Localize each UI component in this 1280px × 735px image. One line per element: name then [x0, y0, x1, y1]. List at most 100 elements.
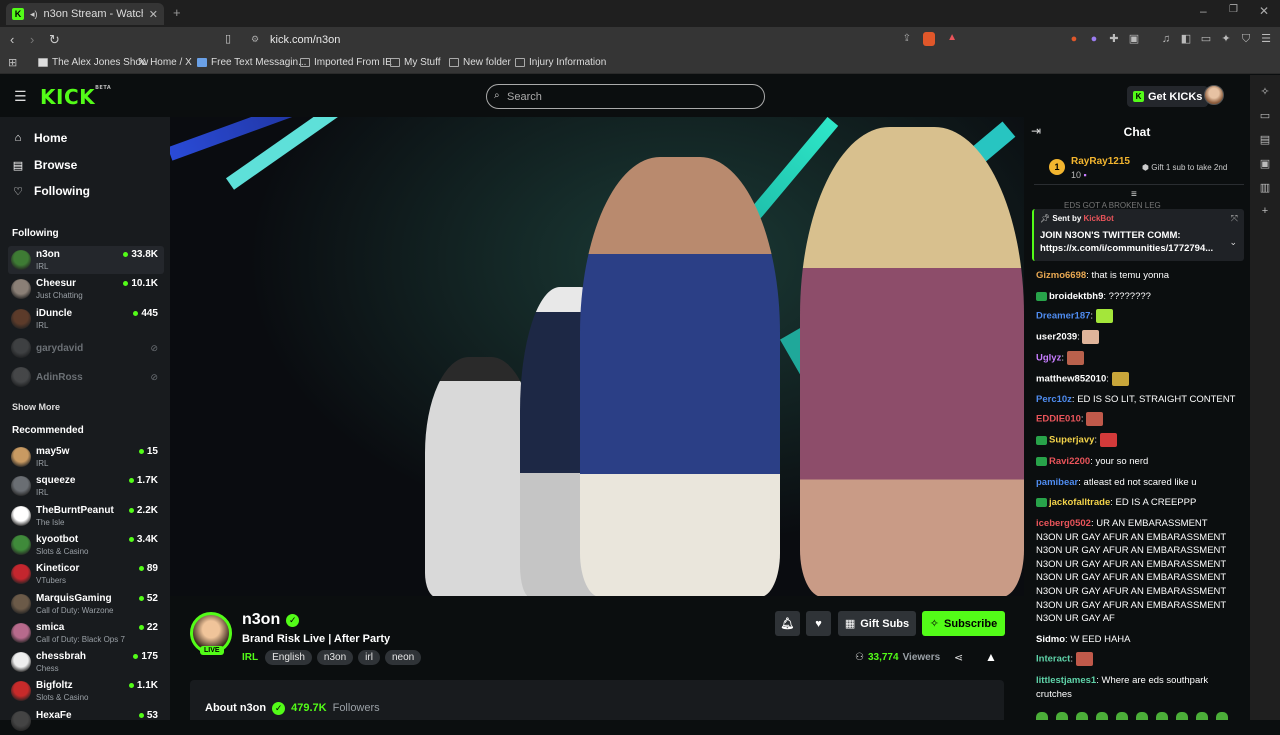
chat-username[interactable]: Sidmo — [1036, 634, 1065, 645]
channel-item[interactable]: MarquisGaming Call of Duty: Warzone 52 — [8, 590, 164, 618]
chat-username[interactable]: Superjavy — [1049, 435, 1094, 446]
streamer-name[interactable]: n3on ✓ — [242, 611, 300, 629]
gift-sub-prompt[interactable]: ⬢ Gift 1 sub to take 2nd — [1142, 163, 1227, 172]
chat-username[interactable]: Perc10z — [1036, 394, 1072, 405]
nav-browse[interactable]: ▤ Browse — [12, 158, 78, 172]
leo-icon[interactable]: ✧ — [1259, 85, 1271, 98]
wallet-icon[interactable]: ▭ — [1200, 33, 1212, 45]
share-icon[interactable]: ⋖ — [954, 651, 963, 664]
bookmarks-icon[interactable]: ▣ — [1259, 157, 1271, 170]
chat-username[interactable]: Ravi2200 — [1049, 456, 1090, 467]
channel-item[interactable]: kyootbot Slots & Casino 3.4K — [8, 531, 164, 559]
chat-username[interactable]: Dreamer187 — [1036, 311, 1090, 322]
sidebar-toggle-icon[interactable]: ◧ — [1180, 33, 1192, 45]
bookmark-folder-new[interactable]: New folder — [449, 57, 511, 68]
get-kicks-button[interactable]: K Get KICKs — [1127, 86, 1209, 107]
rewards-icon[interactable]: ▲ — [947, 32, 957, 43]
site-info-icon[interactable]: ⚙ — [251, 34, 259, 45]
reading-list-icon[interactable]: ▥ — [1259, 181, 1271, 194]
subscribe-button[interactable]: ✧ Subscribe — [922, 611, 1005, 636]
close-window-icon[interactable]: ✕ — [1259, 4, 1269, 18]
new-tab-icon[interactable]: + — [173, 5, 181, 20]
channel-item[interactable]: Kineticor VTubers 89 — [8, 560, 164, 588]
extension-box-icon[interactable]: ▣ — [1128, 33, 1140, 45]
forward-icon[interactable]: › — [30, 32, 34, 47]
channel-item[interactable]: HexaFe 53 — [8, 707, 164, 735]
bookmark-alex-jones[interactable]: The Alex Jones Show — [38, 57, 148, 68]
share-icon[interactable]: ⇪ — [903, 33, 911, 44]
channel-item[interactable]: TheBurntPeanut The Isle 2.2K — [8, 502, 164, 530]
channel-item[interactable]: iDuncle IRL 445 — [8, 305, 164, 333]
media-icon[interactable]: ♫ — [1160, 33, 1172, 45]
chat-username[interactable]: EDDIE010 — [1036, 414, 1081, 425]
minimize-icon[interactable]: – — [1200, 4, 1207, 18]
close-tab-icon[interactable]: ✕ — [149, 8, 158, 21]
notification-button[interactable]: 🔔︎ — [775, 611, 800, 636]
apps-icon[interactable]: ⊞ — [8, 56, 17, 69]
tag[interactable]: English — [265, 650, 312, 665]
add-panel-icon[interactable]: + — [1259, 205, 1271, 217]
vpn-icon[interactable]: ⛉ — [1240, 33, 1252, 45]
pinned-text[interactable]: JOIN N3ON'S TWITTER COMM: https://x.com/… — [1040, 229, 1226, 255]
chat-username[interactable]: Interact — [1036, 654, 1070, 665]
leo-ai-icon[interactable]: ✦ — [1220, 33, 1232, 45]
chevron-down-icon[interactable]: ⌄ — [1229, 237, 1237, 248]
hamburger-menu-icon[interactable]: ☰ — [14, 88, 27, 105]
channel-item[interactable]: squeeze IRL 1.7K — [8, 472, 164, 500]
tag[interactable]: irl — [358, 650, 380, 665]
bookmark-folder-imported[interactable]: Imported From IE — [300, 57, 392, 68]
extension-fox-icon[interactable]: ● — [1068, 33, 1080, 45]
bookmark-home-x[interactable]: 𝕏 Home / X — [138, 57, 192, 68]
nav-home[interactable]: ⌂ Home — [12, 131, 68, 145]
channel-item[interactable]: may5w IRL 15 — [8, 443, 164, 471]
bookmark-page-icon[interactable]: ▯ — [225, 32, 231, 45]
reload-icon[interactable]: ↻ — [49, 32, 60, 48]
chat-username[interactable]: jackofalltrade — [1049, 497, 1110, 508]
tag[interactable]: neon — [384, 650, 422, 665]
report-icon[interactable]: ▲ — [985, 650, 997, 664]
tag[interactable]: n3on — [316, 650, 354, 665]
playlist-icon[interactable]: ▤ — [1259, 133, 1271, 146]
browse-icon: ▤ — [12, 159, 24, 172]
channel-item[interactable]: Bigfoltz Slots & Casino 1.1K — [8, 677, 164, 705]
chat-username[interactable]: littlestjames1 — [1036, 675, 1096, 686]
bookmark-free-text[interactable]: Free Text Messagin... — [197, 57, 306, 68]
bookmark-folder-mystuff[interactable]: My Stuff — [390, 57, 441, 68]
channel-item[interactable]: Cheesur Just Chatting 10.1K — [8, 275, 164, 303]
show-more-button[interactable]: Show More — [12, 402, 60, 412]
channel-item[interactable]: AdinRoss ⊘ — [8, 363, 164, 391]
wallet-icon[interactable]: ▭ — [1259, 109, 1271, 122]
user-avatar[interactable] — [1204, 85, 1224, 105]
channel-item[interactable]: n3on IRL 33.8K — [8, 246, 164, 274]
channel-item[interactable]: garydavid ⊘ — [8, 334, 164, 362]
extension-purple-icon[interactable]: ● — [1088, 33, 1100, 45]
chat-username[interactable]: user2039 — [1036, 332, 1077, 343]
video-player[interactable] — [170, 117, 1024, 596]
nav-following[interactable]: ♡ Following — [12, 184, 90, 198]
menu-icon[interactable]: ☰ — [1260, 33, 1272, 45]
follow-button[interactable]: ♥ — [806, 611, 831, 636]
unpin-icon[interactable]: ⤧ — [1231, 213, 1238, 224]
url-bar[interactable]: ⚙ kick.com/n3on ⇪ ▲ — [245, 30, 967, 50]
chat-username[interactable]: Uglyz — [1036, 353, 1061, 364]
kick-logo[interactable]: KICKBETA — [40, 85, 111, 109]
bookmark-folder-injury[interactable]: Injury Information — [515, 57, 606, 68]
person-center-blue-shirt — [580, 157, 780, 596]
chat-username[interactable]: iceberg0502 — [1036, 518, 1091, 529]
browser-tab[interactable]: K ◂) n3on Stream - Watch Live on ✕ — [6, 3, 164, 25]
category-link[interactable]: IRL — [242, 652, 258, 663]
chat-username[interactable]: Gizmo6698 — [1036, 270, 1086, 281]
chat-username[interactable]: matthew852010 — [1036, 374, 1106, 385]
chat-username[interactable]: broidektbh9 — [1049, 291, 1103, 302]
chat-username[interactable]: pamibear — [1036, 477, 1078, 488]
brave-shield-icon[interactable] — [923, 32, 935, 46]
leader-username[interactable]: RayRay1215 — [1071, 156, 1130, 167]
channel-item[interactable]: smica Call of Duty: Black Ops 7 22 — [8, 619, 164, 647]
channel-item[interactable]: chessbrah Chess 175 — [8, 648, 164, 676]
restore-icon[interactable]: ❐ — [1229, 4, 1238, 15]
back-icon[interactable]: ‹ — [10, 32, 14, 47]
chat-message: iceberg0502: UR AN EMBARASSMENT N3ON UR … — [1036, 517, 1236, 626]
search-input[interactable]: ⌕ Search — [486, 84, 765, 109]
gift-subs-button[interactable]: ▦ Gift Subs — [838, 611, 916, 636]
extensions-icon[interactable]: ✚ — [1108, 33, 1120, 45]
